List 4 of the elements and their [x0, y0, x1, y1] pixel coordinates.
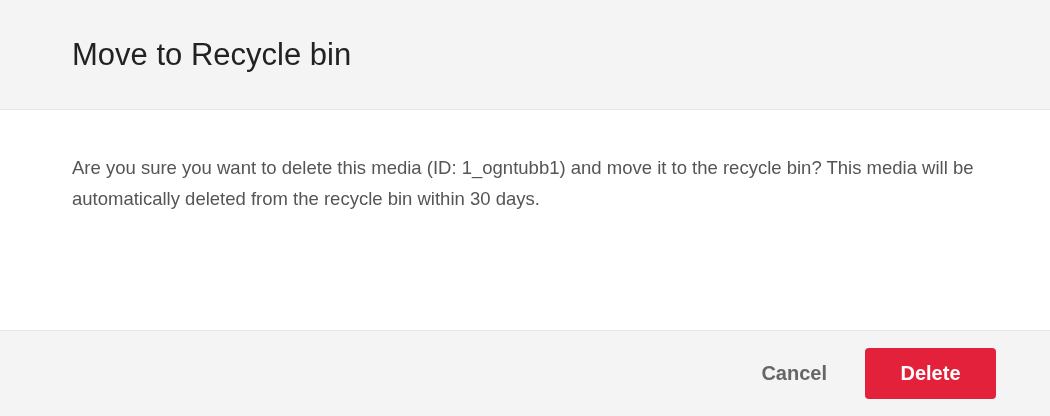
- delete-button[interactable]: Delete: [865, 348, 996, 399]
- dialog-message: Are you sure you want to delete this media (ID: 1_ogntubb1) and move it to the recycle bin? This media will be automatically deleted from the recycle bin within 30 days.: [72, 156, 975, 211]
- cancel-button[interactable]: Cancel: [733, 348, 855, 399]
- dialog-title: Move to Recycle bin: [72, 36, 352, 73]
